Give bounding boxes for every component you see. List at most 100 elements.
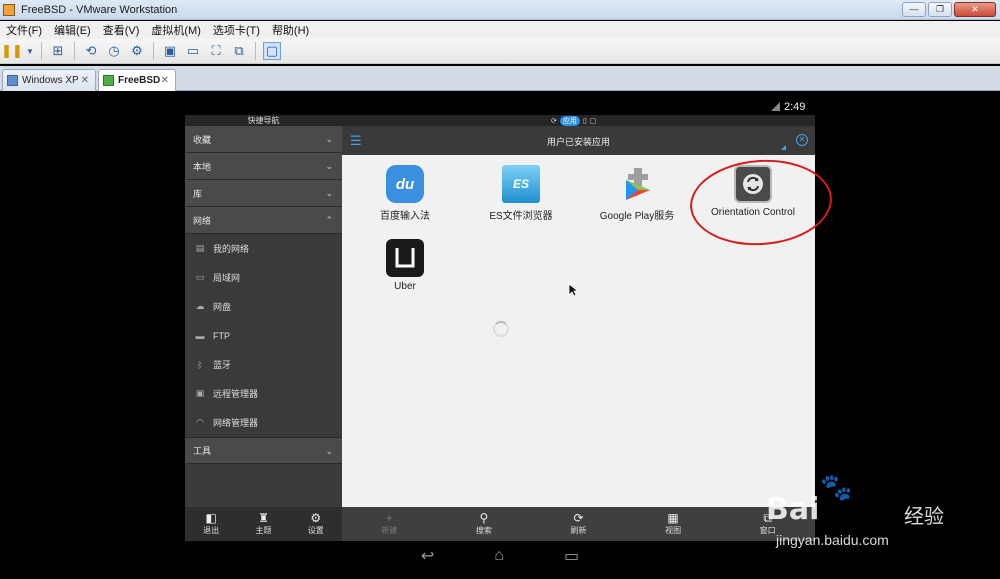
vmware-app-icon xyxy=(3,3,15,16)
pause-icon[interactable]: ❚❚ xyxy=(1,42,23,60)
toolbar-divider xyxy=(74,42,75,60)
google-play-services-icon xyxy=(618,165,656,203)
window-title: FreeBSD - VMware Workstation xyxy=(21,3,178,16)
menu-file[interactable]: 文件(F) xyxy=(0,22,48,38)
baidu-input-icon: du xyxy=(386,165,424,203)
watermark-url: jingyan.baidu.com xyxy=(776,532,889,548)
sidebar-category-tools[interactable]: 工具 ⌄ xyxy=(185,437,342,464)
network-icon: ▤ xyxy=(195,243,205,253)
app-item-google-play[interactable]: Google Play服务 xyxy=(582,165,692,222)
show-library-icon[interactable]: ▣ xyxy=(161,42,179,60)
close-tab-icon[interactable]: ✕ xyxy=(81,75,89,86)
plus-icon: + xyxy=(385,511,393,525)
sidebar-item-ftp[interactable]: ▬ FTP xyxy=(185,321,342,350)
sidebar-category-favorites[interactable]: 收藏 ⌄ xyxy=(185,126,342,153)
server-icon: ▬ xyxy=(195,330,205,341)
android-nav-bar: ↩ ⌂ ▭ xyxy=(185,541,815,571)
revert-snapshot-icon[interactable]: ◷ xyxy=(105,42,123,60)
toolbar-divider xyxy=(153,42,154,60)
chevron-up-icon: ⌃ xyxy=(325,215,333,225)
sidebar-item-cloud[interactable]: ☁ 网盘 xyxy=(185,292,342,321)
snapshot-manager-icon[interactable]: ⚙ xyxy=(128,42,146,60)
unity-icon[interactable]: ⧉ xyxy=(230,42,248,60)
computer-icon: ▭ xyxy=(195,272,205,282)
sidebar-item-lan[interactable]: ▭ 局域网 xyxy=(185,263,342,292)
clock-text: 2:49 xyxy=(784,101,806,113)
refresh-small-icon: ⟳ xyxy=(551,118,557,125)
new-button[interactable]: + 新建 xyxy=(381,512,397,536)
quick-nav-sidebar: 快捷导航 收藏 ⌄ 本地 ⌄ 库 ⌄ 网络 ⌃ ▤ 我的网络 ▭ 局域网 ☁ 网盘 ▬ FTP … xyxy=(185,115,342,507)
menu-tabs[interactable]: 选项卡(T) xyxy=(207,22,266,38)
uber-icon xyxy=(386,239,424,277)
dropdown-arrow-icon[interactable]: ▼ xyxy=(26,42,34,60)
menu-bar: 文件(F) 编辑(E) 查看(V) 虚拟机(M) 选项卡(T) 帮助(H) xyxy=(0,21,1000,39)
close-button[interactable]: ✕ xyxy=(954,2,996,17)
chevron-down-icon: ⌄ xyxy=(325,134,333,144)
sidebar-category-library[interactable]: 库 ⌄ xyxy=(185,180,342,207)
back-icon[interactable]: ↩ xyxy=(421,546,434,566)
tab-label: Windows XP xyxy=(22,75,79,86)
maximize-button[interactable]: ❐ xyxy=(928,2,952,17)
app-label: Uber xyxy=(394,281,416,292)
app-label: 百度输入法 xyxy=(380,211,430,222)
full-screen-icon[interactable]: ⛶ xyxy=(207,42,225,60)
content-bottom-bar: + 新建 ⚲ 搜索 ⟳ 刷新 ▦ 视图 ⧉ 窗口 xyxy=(342,507,815,541)
watermark-sub: 经验 xyxy=(904,506,944,528)
sidebar-item-network-manager[interactable]: ◠ 网络管理器 xyxy=(185,408,342,437)
menu-view[interactable]: 查看(V) xyxy=(97,22,146,38)
menu-edit[interactable]: 编辑(E) xyxy=(48,22,97,38)
menu-help[interactable]: 帮助(H) xyxy=(266,22,315,38)
app-header: ☰ 用户已安装应用 ✕ xyxy=(342,126,815,155)
sidebar-item-my-network[interactable]: ▤ 我的网络 xyxy=(185,234,342,263)
app-item-uber[interactable]: Uber xyxy=(350,239,460,292)
tab-windows-xp[interactable]: Windows XP ✕ xyxy=(2,69,96,91)
chevron-down-icon: ⌄ xyxy=(325,446,333,456)
send-ctrl-alt-del-icon[interactable]: ⊞ xyxy=(49,42,67,60)
sidebar-category-local[interactable]: 本地 ⌄ xyxy=(185,153,342,180)
corner-indicator-icon xyxy=(781,145,786,150)
signal-icon xyxy=(771,102,780,111)
watermark-brand: Bai xyxy=(766,492,820,527)
app-item-es-explorer[interactable]: ES ES文件浏览器 xyxy=(466,165,576,222)
menu-vm[interactable]: 虚拟机(M) xyxy=(145,22,207,38)
tab-freebsd[interactable]: FreeBSD ✕ xyxy=(98,69,176,91)
toolbar: ❚❚ ▼ ⊞ ⟲ ◷ ⚙ ▣ ▭ ⛶ ⧉ ▢ xyxy=(0,39,1000,64)
chevron-down-icon: ⌄ xyxy=(325,161,333,171)
phone-icon: ▯ xyxy=(582,118,587,125)
search-button[interactable]: ⚲ 搜索 xyxy=(476,512,492,536)
thumbnail-bar-icon[interactable]: ▭ xyxy=(184,42,202,60)
page-title: 用户已安装应用 xyxy=(546,137,610,147)
es-file-explorer-icon: ES xyxy=(502,165,540,203)
minimize-button[interactable]: — xyxy=(902,2,926,17)
bluetooth-icon: ᛒ xyxy=(197,359,203,370)
vm-running-icon xyxy=(103,75,114,86)
refresh-button[interactable]: ⟳ 刷新 xyxy=(570,512,586,536)
close-circle-icon[interactable]: ✕ xyxy=(796,134,808,146)
sidebar-bottom-bar: ◧ 退出 ♜ 主题 ⚙ 设置 xyxy=(185,507,342,541)
sidebar-category-network[interactable]: 网络 ⌃ xyxy=(185,207,342,234)
console-view-icon[interactable]: ▢ xyxy=(263,42,281,60)
wifi-icon: ◠ xyxy=(196,417,204,427)
shirt-icon: ♜ xyxy=(258,511,269,525)
exit-button[interactable]: ◧ 退出 xyxy=(203,512,219,536)
app-label: ES文件浏览器 xyxy=(489,211,553,222)
home-icon[interactable]: ⌂ xyxy=(494,547,504,565)
sidebar-item-remote-manager[interactable]: ▣ 远程管理器 xyxy=(185,379,342,408)
cloud-icon: ☁ xyxy=(195,301,205,311)
snapshot-icon[interactable]: ⟲ xyxy=(82,42,100,60)
status-indicators: ⟳ 应用 ▯ ▢ xyxy=(551,116,596,126)
recent-apps-icon[interactable]: ▭ xyxy=(564,546,579,566)
window-small-icon: ▢ xyxy=(589,118,597,125)
close-tab-icon[interactable]: ✕ xyxy=(161,75,169,86)
app-label: Google Play服务 xyxy=(599,211,675,222)
window-titlebar: FreeBSD - VMware Workstation — ❐ ✕ xyxy=(0,0,1000,20)
view-button[interactable]: ▦ 视图 xyxy=(665,512,681,536)
app-item-baidu-input[interactable]: du 百度输入法 xyxy=(350,165,460,222)
theme-button[interactable]: ♜ 主题 xyxy=(255,512,271,536)
gear-icon: ⚙ xyxy=(310,511,322,525)
toolbar-divider xyxy=(41,42,42,60)
sidebar-item-bluetooth[interactable]: ᛒ 蓝牙 xyxy=(185,350,342,379)
settings-button[interactable]: ⚙ 设置 xyxy=(308,512,324,536)
mouse-cursor-icon xyxy=(568,283,578,297)
sidebar-title: 快捷导航 xyxy=(185,115,342,126)
